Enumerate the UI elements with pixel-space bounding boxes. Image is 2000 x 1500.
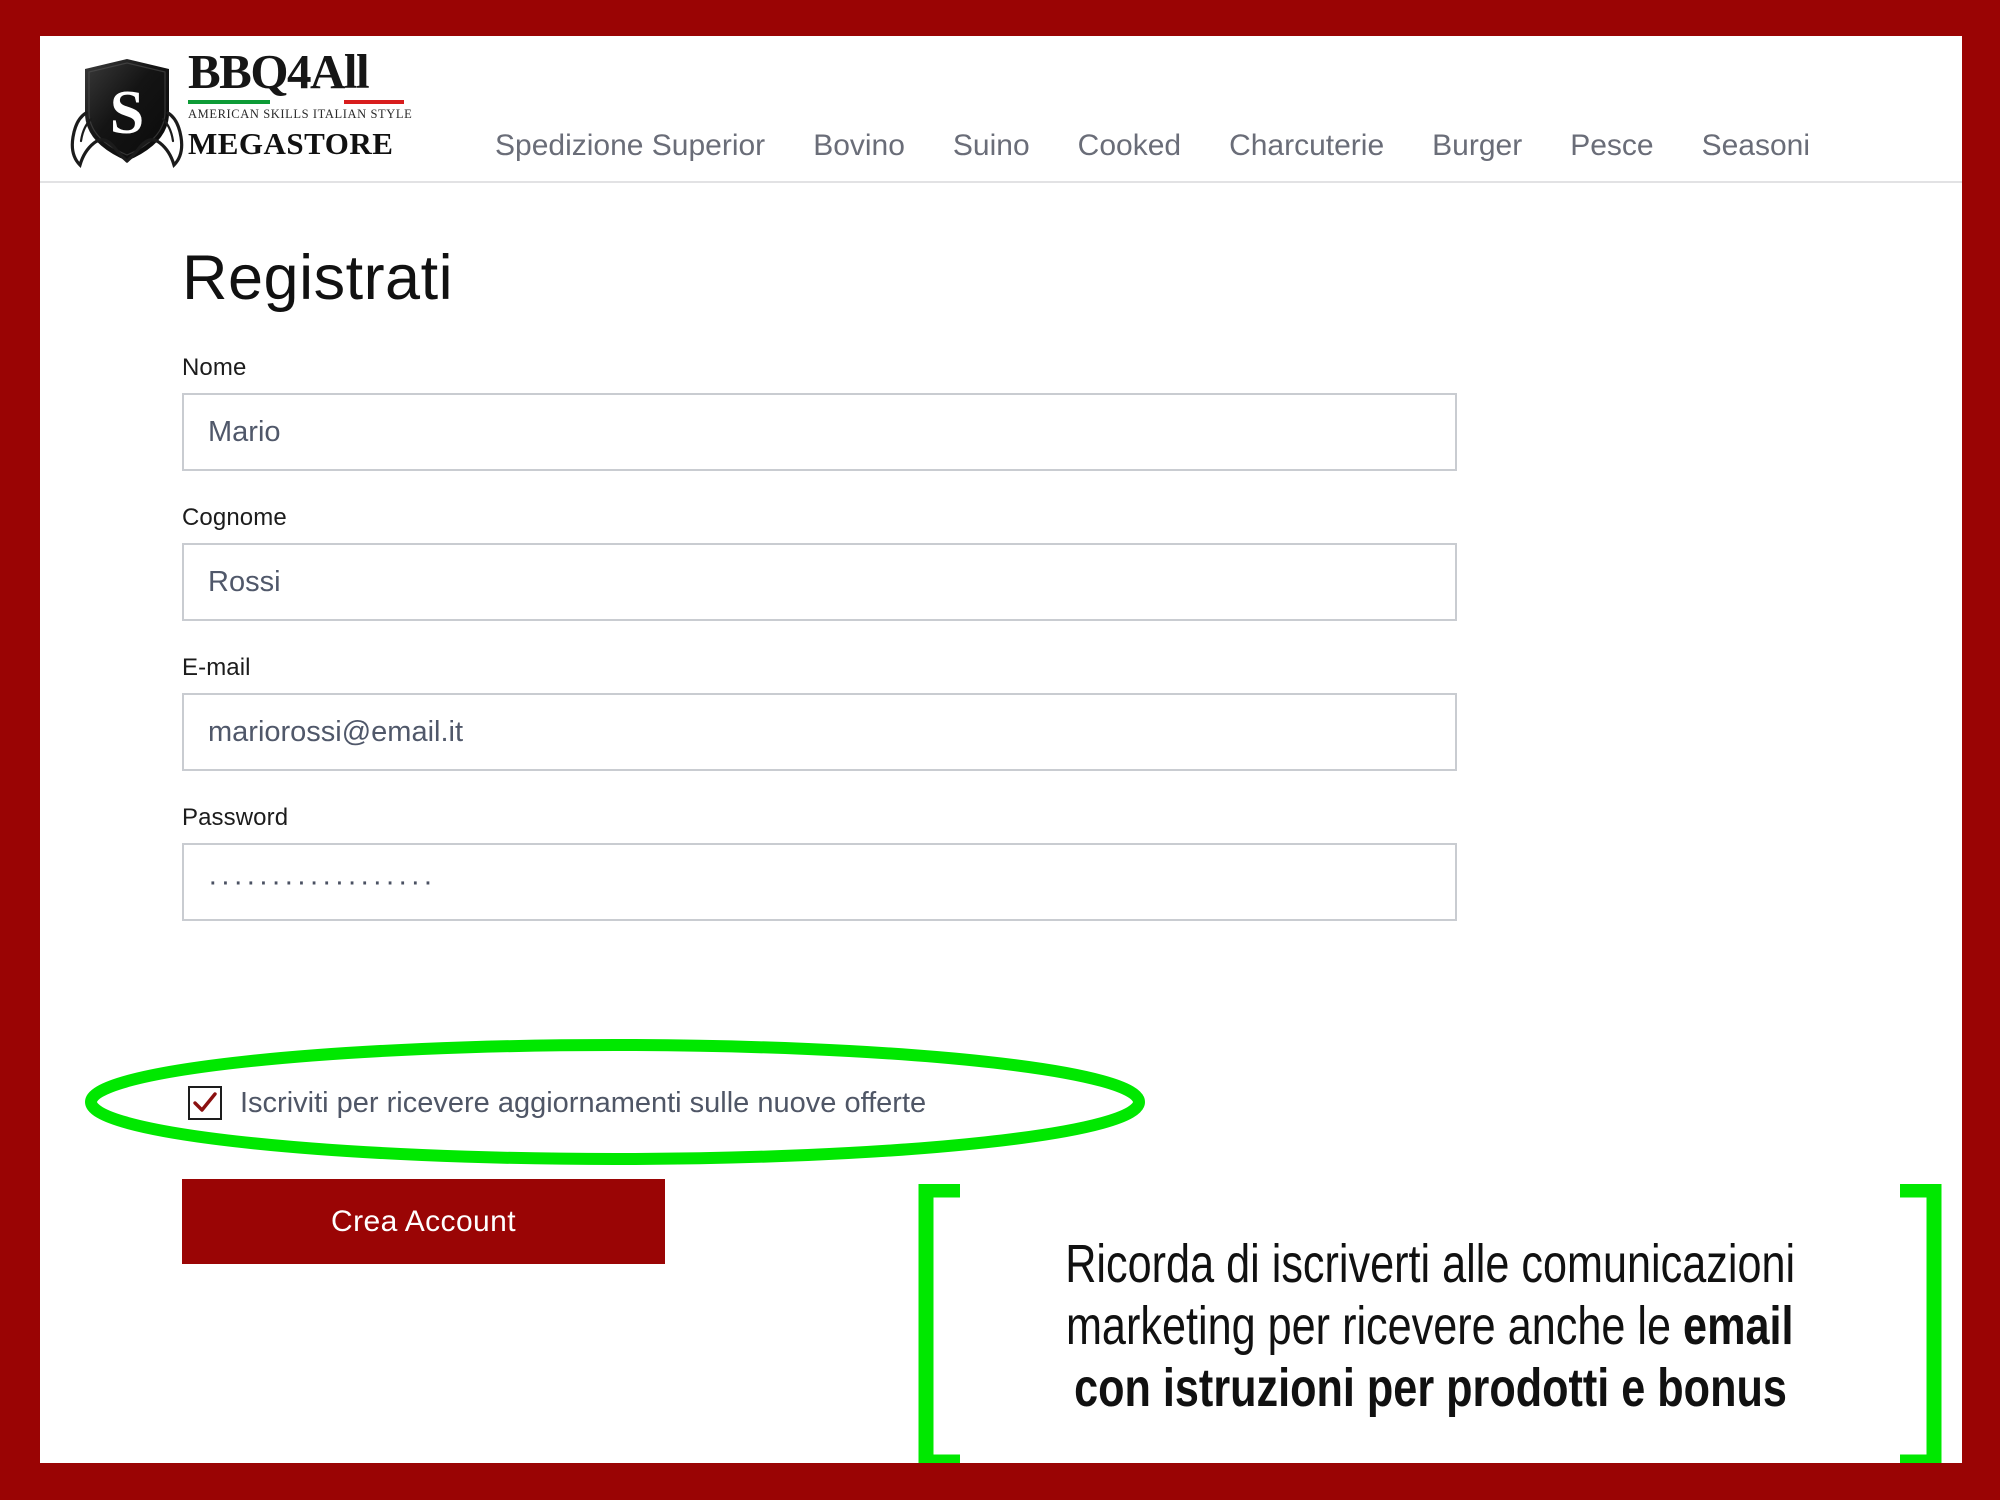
- nav-item-burger[interactable]: Burger: [1432, 129, 1522, 163]
- red-frame: S BBQ4All AMERICAN SKILLS ITALIAN STYLE: [0, 0, 2000, 1500]
- callout-line-2: marketing per ricevere anche le email: [1066, 1295, 1794, 1357]
- wordmark-flag-rules: [188, 99, 404, 105]
- registration-form: Registrati Nome Mario Cognome Rossi E-ma…: [182, 246, 1472, 954]
- password-input[interactable]: ··················: [182, 843, 1457, 921]
- logo-wordmark: BBQ4All AMERICAN SKILLS ITALIAN STYLE ME…: [188, 44, 413, 173]
- field-group-email: E-mail mariorossi@email.it: [182, 654, 1472, 771]
- logo-tagline: AMERICAN SKILLS ITALIAN STYLE: [188, 107, 413, 121]
- svg-text:S: S: [110, 79, 144, 147]
- page-title: Registrati: [182, 243, 454, 313]
- email-input[interactable]: mariorossi@email.it: [182, 693, 1457, 771]
- nav-item-pesce[interactable]: Pesce: [1570, 129, 1653, 163]
- wordmark-text: BBQ4All: [188, 44, 370, 99]
- red-rule: [344, 100, 404, 104]
- bracket-left-icon: [918, 1182, 966, 1463]
- field-group-cognome: Cognome Rossi: [182, 504, 1472, 621]
- bracket-right-icon: [1894, 1182, 1942, 1463]
- nav-item-cooked[interactable]: Cooked: [1078, 129, 1181, 163]
- newsletter-checkbox[interactable]: [188, 1086, 222, 1120]
- cognome-input[interactable]: Rossi: [182, 543, 1457, 621]
- field-group-nome: Nome Mario: [182, 354, 1472, 471]
- logo-megastore: MEGASTORE: [188, 126, 394, 161]
- brand-logo[interactable]: S BBQ4All AMERICAN SKILLS ITALIAN STYLE: [68, 41, 413, 173]
- crea-account-button[interactable]: Crea Account: [182, 1179, 665, 1264]
- callout-line-2-bold: email: [1683, 1296, 1794, 1356]
- main-nav: Spedizione Superior Bovino Suino Cooked …: [495, 124, 1810, 168]
- nav-item-seasoning[interactable]: Seasoni: [1702, 129, 1810, 163]
- label-password: Password: [182, 804, 289, 831]
- callout-line-3: con istruzioni per prodotti e bonus: [1073, 1358, 1787, 1418]
- nav-item-suino[interactable]: Suino: [953, 129, 1030, 163]
- callout-line-2-plain: marketing per ricevere anche le: [1066, 1296, 1684, 1356]
- callout-annotation: Ricorda di iscriverti alle comunicazioni…: [918, 1182, 1942, 1463]
- nav-item-spedizione-superior[interactable]: Spedizione Superior: [495, 129, 765, 163]
- field-group-password: Password ··················: [182, 804, 1472, 921]
- nav-item-bovino[interactable]: Bovino: [813, 129, 905, 163]
- nome-input[interactable]: Mario: [182, 393, 1457, 471]
- nav-item-charcuterie[interactable]: Charcuterie: [1229, 129, 1384, 163]
- newsletter-row[interactable]: Iscriviti per ricevere aggiornamenti sul…: [188, 1083, 926, 1123]
- browser-page: S BBQ4All AMERICAN SKILLS ITALIAN STYLE: [40, 36, 1962, 1463]
- newsletter-label: Iscriviti per ricevere aggiornamenti sul…: [240, 1086, 927, 1119]
- label-email: E-mail: [182, 654, 251, 681]
- shield-logo-icon: S: [68, 47, 186, 169]
- label-cognome: Cognome: [182, 504, 287, 531]
- green-rule: [188, 100, 270, 104]
- label-nome: Nome: [182, 354, 247, 381]
- callout-line-1: Ricorda di iscriverti alle comunicazioni: [1065, 1234, 1795, 1294]
- callout-text: Ricorda di iscriverti alle comunicazioni…: [962, 1188, 1898, 1463]
- site-header: S BBQ4All AMERICAN SKILLS ITALIAN STYLE: [40, 36, 1962, 183]
